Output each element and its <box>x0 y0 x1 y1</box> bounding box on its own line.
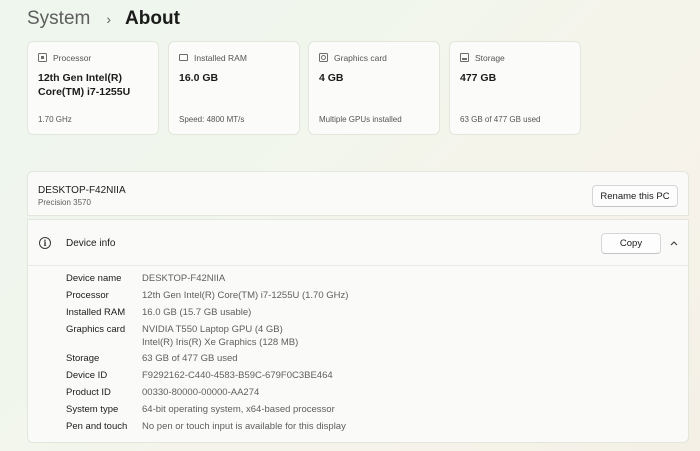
storage-card: Storage 477 GB 63 GB of 477 GB used <box>449 41 581 135</box>
pc-model: Precision 3570 <box>38 198 91 207</box>
spec-label-system-type: System type <box>66 404 119 415</box>
ram-card: Installed RAM 16.0 GB Speed: 4800 MT/s <box>168 41 300 135</box>
spec-label-storage: Storage <box>66 353 100 364</box>
spec-label-graphics-card: Graphics card <box>66 324 126 335</box>
page-title: About <box>125 8 180 29</box>
processor-icon <box>38 53 47 62</box>
pc-name: DESKTOP-F42NIIA <box>38 185 126 196</box>
card-subtext: 1.70 GHz <box>38 115 72 124</box>
gpu-icon <box>319 53 328 62</box>
card-value: 12th Gen Intel(R) Core(TM) i7-1255U <box>38 72 131 98</box>
spec-label-processor: Processor <box>66 290 109 301</box>
spec-value-graphics-card-2: Intel(R) Iris(R) Xe Graphics (128 MB) <box>142 337 299 348</box>
card-label: Installed RAM <box>194 52 247 63</box>
card-subtext: Speed: 4800 MT/s <box>179 115 245 124</box>
spec-value-graphics-card: NVIDIA T550 Laptop GPU (4 GB) <box>142 324 283 335</box>
card-value: 16.0 GB <box>179 72 219 84</box>
rename-pc-button[interactable]: Rename this PC <box>592 185 678 207</box>
divider <box>28 265 688 266</box>
copy-button[interactable]: Copy <box>601 233 661 254</box>
spec-value-product-id: 00330-80000-00000-AA274 <box>142 387 260 398</box>
spec-value-storage: 63 GB of 477 GB used <box>142 353 238 364</box>
spec-label-device-name: Device name <box>66 273 122 284</box>
spec-label-pen-and-touch: Pen and touch <box>66 421 128 432</box>
ram-icon <box>179 54 188 61</box>
card-label: Processor <box>53 52 92 63</box>
card-subtext: Multiple GPUs installed <box>319 115 402 124</box>
pc-name-panel: DESKTOP-F42NIIA Precision 3570 Rename th… <box>27 171 689 216</box>
device-info-header[interactable]: i Device info Copy <box>28 220 688 265</box>
breadcrumb: System › About <box>27 6 180 32</box>
spec-value-processor: 12th Gen Intel(R) Core(TM) i7-1255U (1.7… <box>142 290 349 301</box>
storage-icon <box>460 53 469 62</box>
chevron-up-icon[interactable] <box>669 238 679 248</box>
spec-value-pen-and-touch: No pen or touch input is available for t… <box>142 421 346 432</box>
device-info-panel: i Device info Copy Device name DESKTOP-F… <box>27 219 689 443</box>
graphics-card: Graphics card 4 GB Multiple GPUs install… <box>308 41 440 135</box>
spec-label-device-id: Device ID <box>66 370 108 381</box>
card-label: Graphics card <box>334 52 387 63</box>
card-label: Storage <box>475 52 505 63</box>
breadcrumb-system-link[interactable]: System <box>27 8 90 30</box>
spec-value-installed-ram: 16.0 GB (15.7 GB usable) <box>142 307 252 318</box>
chevron-right-icon: › <box>106 11 112 27</box>
card-value: 4 GB <box>319 72 344 84</box>
spec-label-product-id: Product ID <box>66 387 111 398</box>
card-subtext: 63 GB of 477 GB used <box>460 115 541 124</box>
info-icon: i <box>39 237 51 249</box>
processor-card: Processor 12th Gen Intel(R) Core(TM) i7-… <box>27 41 159 135</box>
card-value: 477 GB <box>460 72 497 84</box>
spec-value-device-name: DESKTOP-F42NIIA <box>142 273 226 284</box>
device-info-title: Device info <box>66 238 116 249</box>
spec-value-system-type: 64-bit operating system, x64-based proce… <box>142 404 335 415</box>
spec-label-installed-ram: Installed RAM <box>66 307 126 318</box>
spec-value-device-id: F9292162-C440-4583-B59C-679F0C3BE464 <box>142 370 333 381</box>
